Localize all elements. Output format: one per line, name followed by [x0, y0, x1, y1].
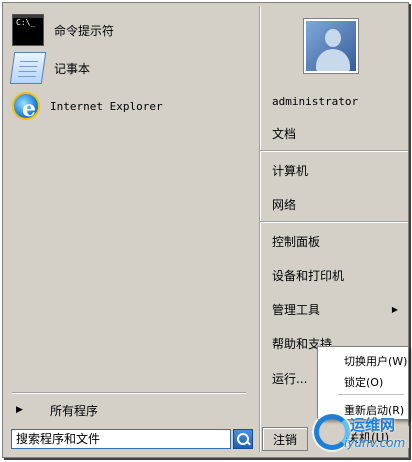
power-submenu: 切换用户(W) 锁定(O) 重新启动(R): [317, 346, 409, 420]
menu-item-switch-user[interactable]: 切换用户(W): [344, 353, 407, 369]
divider: [338, 394, 404, 395]
program-label: 命令提示符: [54, 23, 115, 38]
divider: [260, 221, 408, 222]
logout-label: 注销: [272, 432, 297, 447]
item-label: 文档: [272, 126, 297, 141]
user-name[interactable]: administrator: [272, 90, 406, 112]
right-item-admin-tools[interactable]: 管理工具 ▶: [272, 298, 406, 320]
search-input[interactable]: 搜索程序和文件: [11, 429, 231, 449]
item-label: 运行...: [272, 371, 308, 386]
divider: [260, 150, 408, 151]
internet-explorer-icon: e: [12, 92, 40, 122]
shutdown-button[interactable]: 关机(U): [333, 426, 409, 448]
command-prompt-icon: C:\_: [12, 14, 44, 46]
right-item-documents[interactable]: 文档: [272, 122, 406, 144]
user-name-label: administrator: [272, 94, 359, 108]
item-label: 控制面板: [272, 234, 321, 249]
all-programs-button[interactable]: ▶ 所有程序: [12, 400, 252, 420]
menu-item-restart[interactable]: 重新启动(R): [344, 402, 404, 418]
logout-button[interactable]: 注销: [262, 427, 308, 451]
avatar[interactable]: [304, 19, 358, 73]
right-item-control-panel[interactable]: 控制面板: [272, 230, 406, 252]
program-internet-explorer[interactable]: e Internet Explorer: [12, 88, 163, 124]
item-label: 管理工具: [272, 302, 321, 317]
right-item-network[interactable]: 网络: [272, 193, 406, 215]
user-body-icon: [316, 49, 350, 71]
program-label: Internet Explorer: [50, 99, 163, 113]
menu-item-lock[interactable]: 锁定(O): [344, 374, 383, 390]
chevron-right-icon: ▶: [16, 405, 23, 415]
item-label: 计算机: [272, 163, 309, 178]
right-item-devices-printers[interactable]: 设备和打印机: [272, 264, 406, 286]
all-programs-label: 所有程序: [50, 403, 99, 418]
programs-pane: C:\_ 命令提示符 记事本 e Internet Explorer ▶ 所有程…: [6, 6, 256, 420]
program-command-prompt[interactable]: C:\_ 命令提示符: [12, 12, 114, 48]
shutdown-label: 关机(U): [347, 430, 390, 445]
program-label: 记事本: [54, 61, 91, 76]
chevron-right-icon: ▶: [391, 304, 398, 314]
item-label: 网络: [272, 197, 297, 212]
notepad-icon: [9, 52, 47, 84]
right-item-computer[interactable]: 计算机: [272, 159, 406, 181]
item-label: 设备和打印机: [272, 268, 345, 283]
program-notepad[interactable]: 记事本: [9, 50, 91, 86]
search-icon[interactable]: [233, 429, 253, 449]
user-head-icon: [325, 29, 341, 47]
divider: [12, 392, 246, 393]
